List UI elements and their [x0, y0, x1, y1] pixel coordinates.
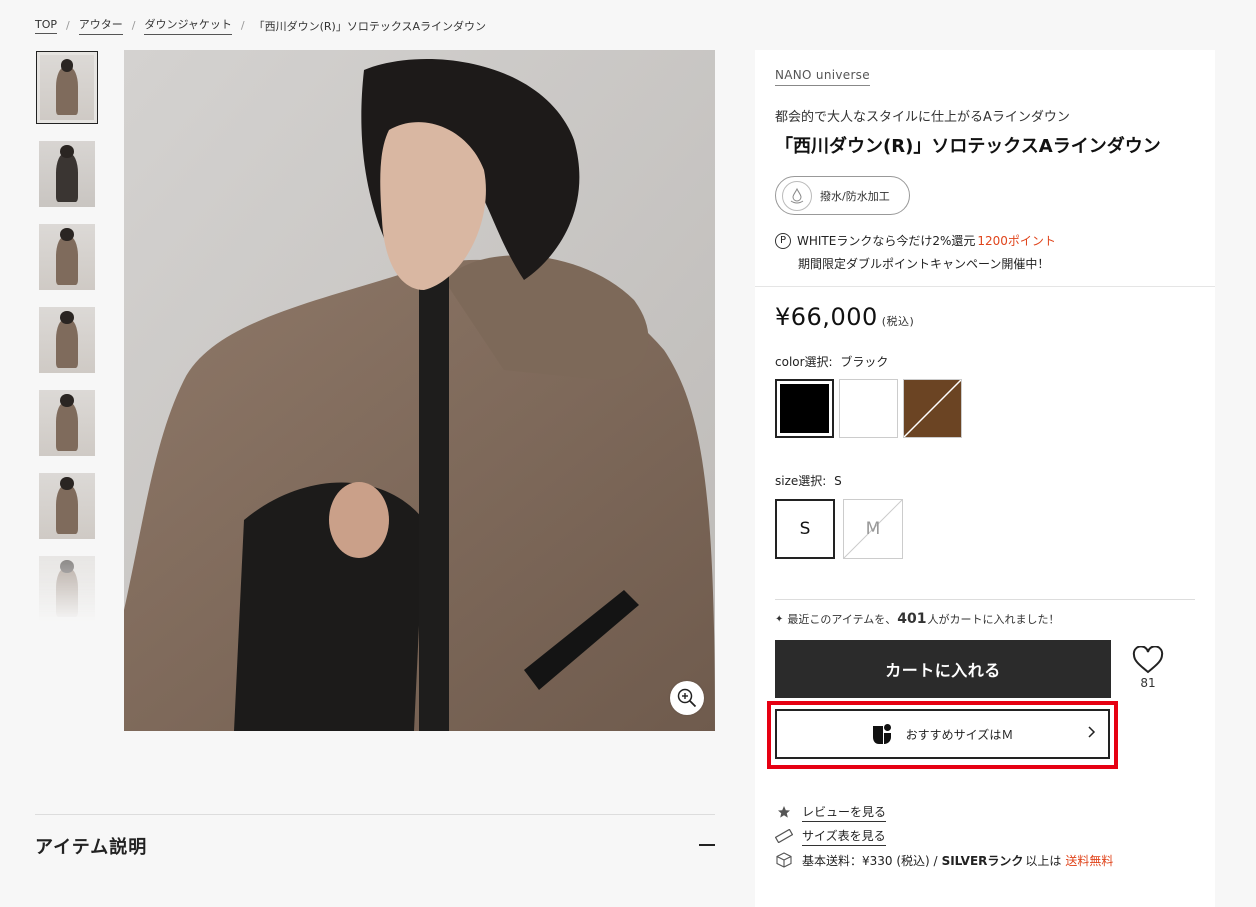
size-selected-value: S	[834, 474, 842, 488]
color-select-label: color選択: ブラック	[775, 353, 888, 370]
size-chart-link[interactable]: サイズ表を見る	[802, 827, 886, 846]
breadcrumb-top[interactable]: TOP	[35, 18, 58, 34]
product-title: 「西川ダウン(R)」ソロテックスAラインダウン	[775, 136, 1161, 157]
size-recommend-label: おすすめサイズはＭ	[905, 727, 1014, 742]
shipping-mid: 以上は	[1025, 853, 1062, 868]
thumbnail-list	[36, 51, 98, 639]
product-photo	[124, 50, 715, 731]
divider	[775, 599, 1195, 600]
color-swatch-black[interactable]	[775, 379, 834, 438]
heart-icon	[1132, 645, 1164, 674]
size-label-text: size選択:	[775, 474, 827, 488]
favorite-count: 81	[1140, 676, 1156, 690]
size-recommendation-button[interactable]: おすすめサイズはＭ	[775, 709, 1110, 759]
divider	[755, 286, 1215, 287]
recent-count: 401	[897, 611, 927, 627]
point-icon: P	[775, 232, 791, 249]
thumbnail-6[interactable]	[39, 473, 95, 539]
color-label-text: color選択:	[775, 355, 833, 369]
zoom-in-icon	[677, 688, 697, 708]
feature-badge: 撥水/防水加工	[775, 176, 910, 215]
breadcrumb-separator: /	[131, 19, 136, 32]
size-option-m-label: M	[865, 519, 881, 539]
feature-badge-label: 撥水/防水加工	[820, 189, 890, 203]
shipping-prefix: 基本送料：¥330 (税込) /	[802, 853, 938, 868]
size-option-m[interactable]: M	[843, 499, 903, 559]
breadcrumb-current: 「西川ダウン(R)」ソロテックスAラインダウン	[253, 19, 487, 33]
recent-cart-notice: ✦ 最近このアイテムを、 401 人がカートに入れました！	[775, 611, 1060, 627]
thumbnail-2[interactable]	[39, 141, 95, 207]
breadcrumb-down-jacket[interactable]: ダウンジャケット	[144, 16, 232, 35]
thumbnail-7[interactable]	[39, 556, 95, 622]
main-product-image	[124, 50, 715, 731]
brand-link[interactable]: NANO universe	[775, 68, 870, 86]
product-subtitle: 都会的で大人なスタイルに仕上がるAラインダウン	[775, 110, 1070, 125]
recent-prefix: 最近このアイテムを、	[787, 613, 897, 626]
breadcrumb-separator: /	[240, 19, 245, 32]
zoom-button[interactable]	[670, 681, 704, 715]
favorite-button[interactable]: 81	[1130, 645, 1166, 690]
shipping-free: 送料無料	[1065, 853, 1114, 868]
review-link[interactable]: レビューを見る	[802, 803, 887, 822]
price-tax: (税込)	[881, 315, 915, 328]
water-repellent-icon	[782, 180, 812, 211]
shipping-rank: SILVERランク	[941, 853, 1024, 868]
breadcrumb: TOP / アウター / ダウンジャケット / 「西川ダウン(R)」ソロテックス…	[35, 16, 486, 35]
item-description-heading[interactable]: アイテム説明	[35, 833, 147, 859]
sparkle-icon: ✦	[775, 613, 784, 625]
size-select-label: size選択: S	[775, 472, 842, 489]
color-selected-value: ブラック	[840, 355, 889, 369]
breadcrumb-separator: /	[66, 19, 70, 32]
ruler-icon	[775, 829, 793, 843]
points-campaign: 期間限定ダブルポイントキャンペーン開催中！	[798, 257, 1050, 271]
price: ¥66,000 (税込)	[775, 303, 914, 331]
recent-suffix: 人がカートに入れました！	[927, 613, 1060, 626]
size-option-s[interactable]: S	[775, 499, 835, 559]
points-value: 1200ポイント	[977, 234, 1056, 248]
thumbnail-5[interactable]	[39, 390, 95, 456]
color-swatch-white[interactable]	[839, 379, 898, 438]
thumbnail-4[interactable]	[39, 307, 95, 373]
thumbnail-3[interactable]	[39, 224, 95, 290]
breadcrumb-outer[interactable]: アウター	[78, 16, 123, 35]
info-links: レビューを見る サイズ表を見る 基本送料：¥330 (税込) / SILVERラ…	[775, 800, 1113, 872]
color-swatch-brown[interactable]	[903, 379, 962, 438]
points-prefix: WHITEランクなら今だけ2%還元	[797, 234, 976, 248]
thumbnail-1[interactable]	[36, 51, 98, 124]
sold-out-slash-icon	[904, 380, 961, 437]
divider	[35, 814, 715, 815]
chevron-right-icon	[1088, 726, 1096, 738]
box-icon	[775, 852, 793, 868]
star-icon	[775, 805, 793, 819]
points-info: P WHITEランクなら今だけ2%還元 1200ポイント	[775, 232, 1056, 249]
size-recommend-logo-icon	[872, 724, 891, 744]
price-value: ¥66,000	[775, 303, 878, 331]
add-to-cart-button[interactable]: カートに入れる	[775, 640, 1111, 698]
collapse-icon[interactable]	[699, 844, 715, 846]
